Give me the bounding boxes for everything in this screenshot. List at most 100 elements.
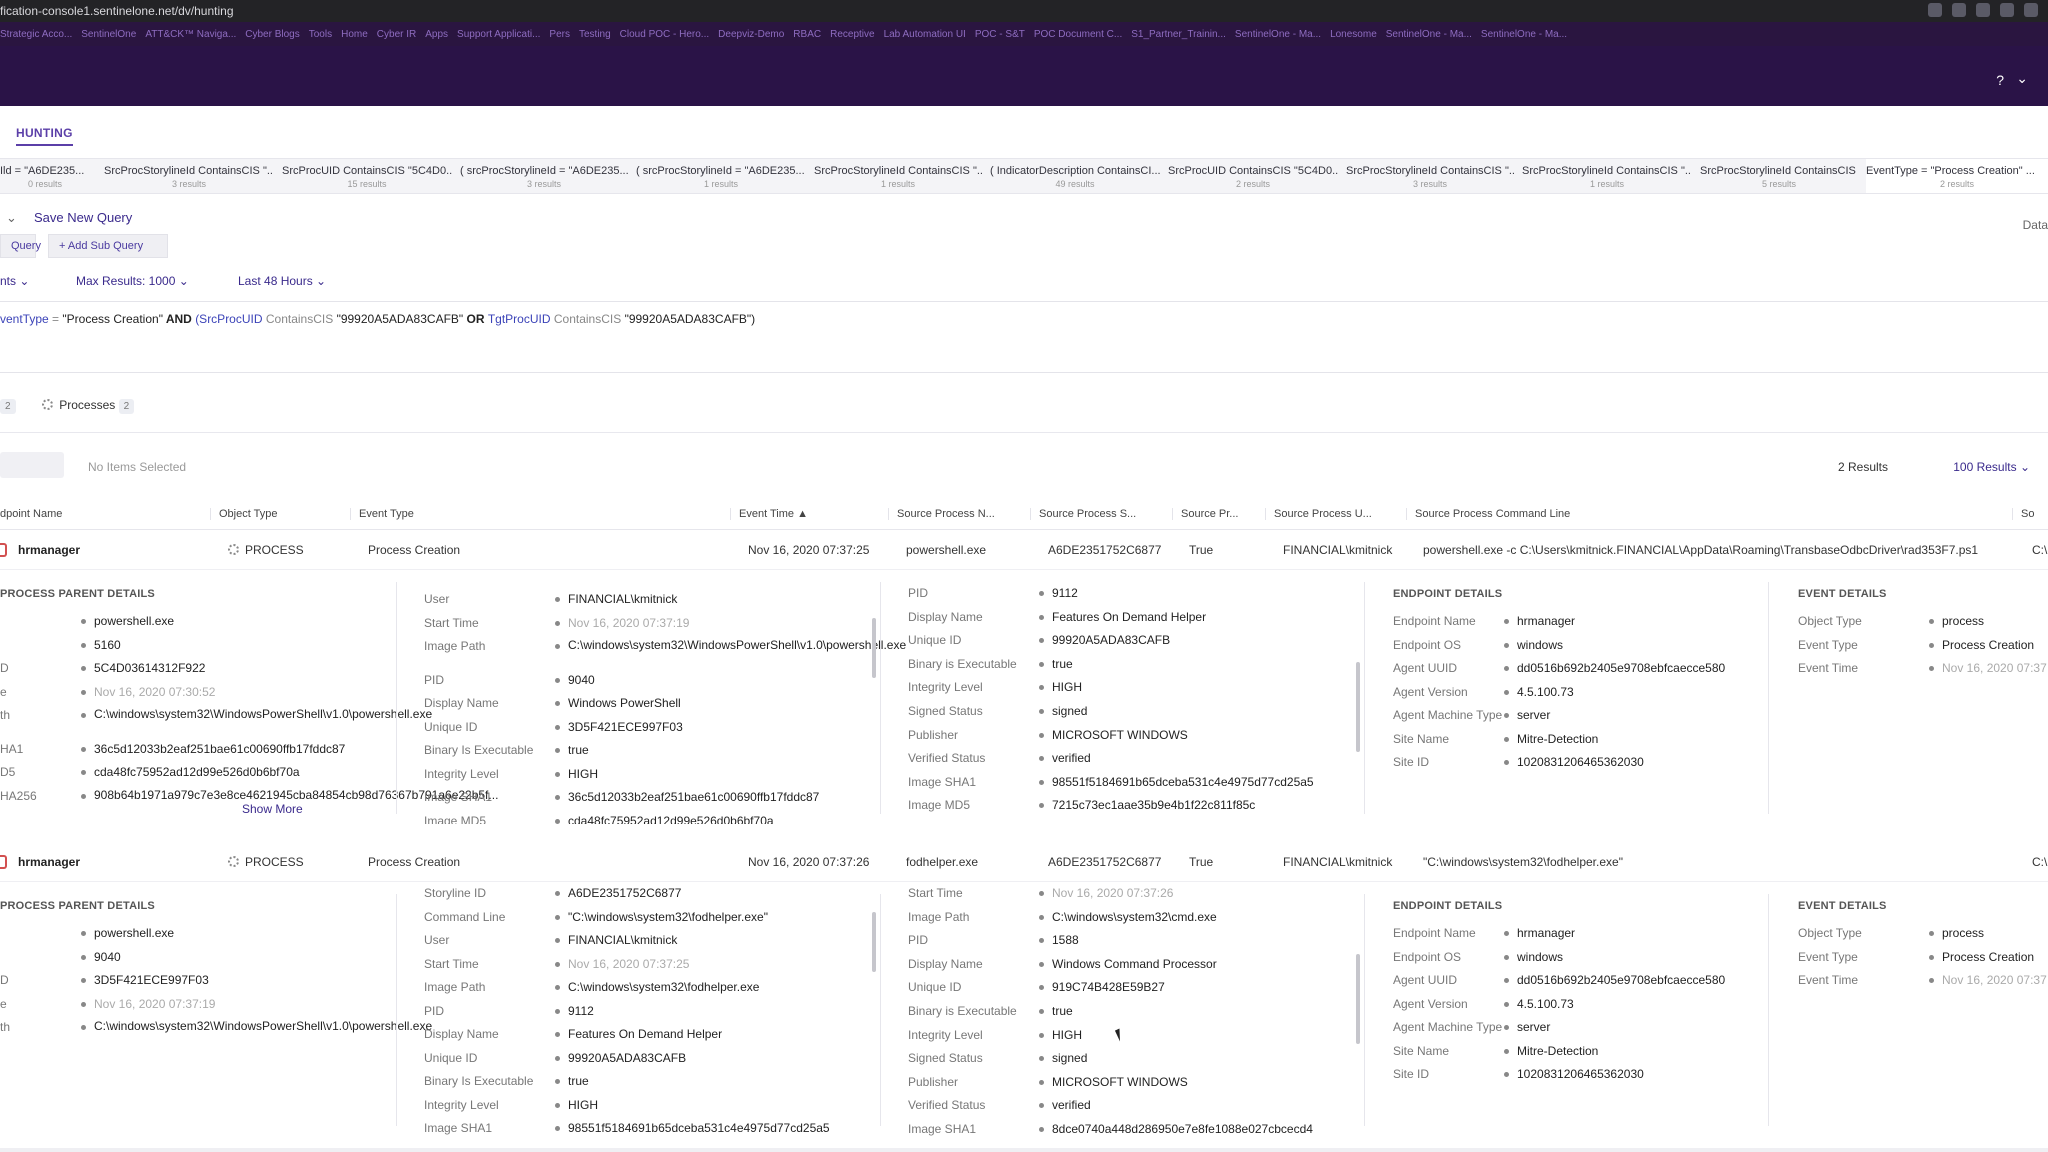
- query-tab-results: 1 results: [880, 179, 915, 189]
- bookmark-item[interactable]: Strategic Acco...: [0, 29, 72, 40]
- field-key: Display Name: [908, 956, 983, 971]
- bookmark-item[interactable]: Pers: [549, 29, 570, 40]
- column-header[interactable]: Source Pr...: [1172, 508, 1238, 520]
- scrollbar-thumb[interactable]: [1356, 662, 1360, 752]
- field-key: e: [0, 996, 7, 1011]
- field-key: Endpoint Name: [1393, 614, 1476, 628]
- table-row[interactable]: hrmanager PROCESS Process Creation Nov 16, …: [0, 842, 2048, 882]
- bookmark-item[interactable]: ATT&CK™ Naviga...: [145, 29, 236, 40]
- field-key: Storyline ID: [424, 886, 487, 900]
- column-header[interactable]: Source Process U...: [1265, 508, 1372, 520]
- star-icon[interactable]: [1976, 3, 1990, 17]
- results-per-page-select[interactable]: 100 Results ⌄: [1953, 460, 2030, 474]
- query-tab[interactable]: SrcProcUID ContainsCIS "5C4D0... 2 result…: [1168, 159, 1338, 193]
- bookmark-item[interactable]: Testing: [579, 29, 611, 40]
- column-header[interactable]: So: [2012, 508, 2034, 520]
- column-header[interactable]: Source Process Command Line: [1406, 508, 1570, 520]
- scrollbar-thumb[interactable]: [1356, 954, 1360, 1044]
- cell-so: C:\: [2032, 855, 2048, 869]
- bookmark-item[interactable]: POC - S&T: [975, 29, 1025, 40]
- column-header[interactable]: Event Time ▲: [730, 508, 808, 520]
- field-value: 908b64b1971a979c7e3e8ce4621945cba84854cb…: [81, 787, 499, 802]
- scrollbar-thumb[interactable]: [872, 912, 876, 972]
- query-tab[interactable]: SrcProcStorylineId ContainsCIS "... 1 res…: [814, 159, 982, 193]
- table-row[interactable]: hrmanager PROCESS Process Creation Nov 16, …: [0, 530, 2048, 570]
- tab-count[interactable]: 2: [0, 399, 16, 414]
- add-sub-query-button[interactable]: + Add Sub Query: [48, 234, 168, 258]
- bookmark-item[interactable]: SentinelOne: [81, 29, 136, 40]
- field-value: Nov 16, 2020 07:37: [1929, 973, 2047, 987]
- column-header[interactable]: Event Type: [350, 508, 414, 520]
- bookmark-item[interactable]: RBAC: [793, 29, 821, 40]
- query-token: ventType: [0, 312, 49, 326]
- query-tab[interactable]: SrcProcUID ContainsCIS "5C4D0... 15 resul…: [282, 159, 452, 193]
- field-key: Signed Status: [908, 1051, 983, 1066]
- query-tab[interactable]: ( srcProcStorylineId = "A6DE235... 1 resu…: [636, 159, 806, 193]
- chevron-down-icon[interactable]: ⌄: [6, 210, 17, 226]
- bookmark-item[interactable]: SentinelOne - Ma...: [1386, 29, 1472, 40]
- bookmark-item[interactable]: POC Document C...: [1034, 29, 1122, 40]
- chevron-down-icon[interactable]: ⌄: [2016, 70, 2028, 87]
- field-key: Command Line: [424, 909, 506, 924]
- tab-processes[interactable]: Processes 2: [42, 398, 135, 414]
- query-tab[interactable]: SrcProcStorylineId ContainsCIS "... 5 res…: [1700, 159, 1858, 193]
- field-key: Event Type: [1798, 949, 1858, 964]
- profile-icon[interactable]: [2000, 3, 2014, 17]
- bookmark-item[interactable]: S1_Partner_Trainin...: [1131, 29, 1226, 40]
- field-value: signed: [1038, 1051, 1088, 1066]
- query-tab[interactable]: SrcProcStorylineId ContainsCIS "... 1 res…: [1522, 159, 1692, 193]
- save-new-query-link[interactable]: Save New Query: [34, 210, 132, 225]
- extension-icon[interactable]: [1928, 3, 1942, 17]
- table-header: dpoint Name Object Type Event Type Event Ti…: [0, 498, 2048, 530]
- cell-cmdline: "C:\windows\system32\fodhelper.exe": [1423, 855, 1623, 869]
- page-title[interactable]: HUNTING: [16, 126, 73, 146]
- endpoint-details-heading: ENDPOINT DETAILS: [1393, 900, 1503, 912]
- bookmark-item[interactable]: Support Applicati...: [457, 29, 540, 40]
- query-editor[interactable]: ventType = "Process Creation" AND (SrcPr…: [0, 312, 755, 326]
- bookmark-item[interactable]: Receptive: [830, 29, 874, 40]
- max-results-select[interactable]: Max Results: 1000 ⌄: [76, 274, 189, 288]
- field-key: Integrity Level: [424, 766, 499, 781]
- query-tab[interactable]: ( srcProcStorylineId = "A6DE235... 3 resu…: [460, 159, 628, 193]
- query-tab[interactable]: EventType = "Process Creation" ... 2 resu…: [1866, 159, 2048, 193]
- bookmark-item[interactable]: Cloud POC - Hero...: [620, 29, 709, 40]
- field-value: 1020831206465362030: [1504, 1067, 1644, 1081]
- bookmark-item[interactable]: Apps: [425, 29, 448, 40]
- field-key: Agent Machine Type: [1393, 1020, 1503, 1034]
- show-more-link[interactable]: Show More: [242, 802, 303, 816]
- horizontal-scrollbar[interactable]: [0, 1148, 2048, 1152]
- help-icon[interactable]: ?: [1996, 72, 2004, 88]
- time-range-select[interactable]: Last 48 Hours ⌄: [238, 274, 326, 288]
- bookmark-item[interactable]: Home: [341, 29, 368, 40]
- events-filter[interactable]: nts ⌄: [0, 274, 29, 288]
- time-range-label: Last 48 Hours: [238, 274, 313, 288]
- zoom-icon[interactable]: [1952, 3, 1966, 17]
- menu-icon[interactable]: [2024, 3, 2038, 17]
- query-tab[interactable]: Ild = "A6DE235... 0 results: [0, 159, 90, 193]
- field-value: server: [1503, 708, 1551, 722]
- bookmark-item[interactable]: Lonesome: [1330, 29, 1377, 40]
- column-header[interactable]: Object Type: [210, 508, 278, 520]
- query-tab[interactable]: SrcProcStorylineId ContainsCIS "... 3 res…: [1346, 159, 1514, 193]
- bookmark-item[interactable]: Deepviz-Demo: [718, 29, 784, 40]
- address-bar[interactable]: fication-console1.sentinelone.net/dv/hun…: [0, 4, 234, 18]
- bookmark-item[interactable]: Lab Automation UI: [884, 29, 966, 40]
- field-value: 99920A5ADA83CAFB: [554, 1050, 687, 1065]
- column-header[interactable]: Source Process N...: [888, 508, 995, 520]
- column-header[interactable]: Source Process S...: [1030, 508, 1136, 520]
- scrollbar-thumb[interactable]: [872, 618, 876, 678]
- query-tab-label: SrcProcStorylineId ContainsCIS "...: [104, 165, 274, 177]
- cell-src-storyline: A6DE2351752C6877: [1048, 855, 1162, 869]
- column-header[interactable]: dpoint Name: [0, 508, 62, 520]
- bookmark-item[interactable]: SentinelOne - Ma...: [1481, 29, 1567, 40]
- actions-select[interactable]: [0, 452, 64, 478]
- bookmark-item[interactable]: Tools: [309, 29, 332, 40]
- query-tab[interactable]: SrcProcStorylineId ContainsCIS "... 3 res…: [104, 159, 274, 193]
- app-header: ? ⌄: [0, 46, 2048, 106]
- data-label[interactable]: Data: [2023, 218, 2048, 232]
- bookmark-item[interactable]: SentinelOne - Ma...: [1235, 29, 1321, 40]
- bookmark-item[interactable]: Cyber IR: [377, 29, 416, 40]
- query-button[interactable]: Query: [0, 234, 41, 258]
- query-tab[interactable]: ( IndicatorDescription ContainsCI... 49 r…: [990, 159, 1160, 193]
- bookmark-item[interactable]: Cyber Blogs: [245, 29, 299, 40]
